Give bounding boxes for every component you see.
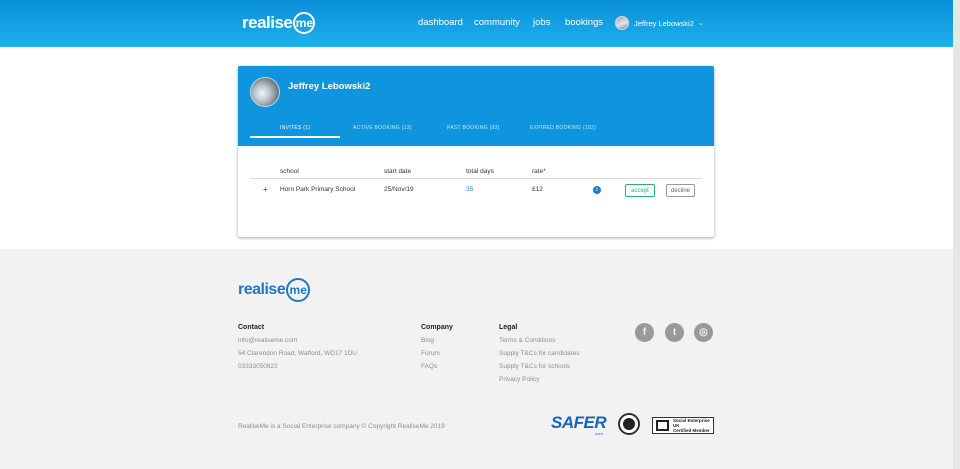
nav-jobs[interactable]: jobs xyxy=(533,17,550,28)
chevron-down-icon: ⌄ xyxy=(697,20,704,27)
logo-me-circle: me xyxy=(293,12,316,34)
contact-heading: Contact xyxy=(238,324,265,331)
cell-total-days[interactable]: 35 xyxy=(466,186,473,193)
active-tab-indicator xyxy=(250,136,340,138)
se-line2: Certified Member xyxy=(672,428,710,433)
footer-link-supply-schools[interactable]: Supply T&Cs for schools xyxy=(499,363,570,370)
column-header-school: school xyxy=(280,168,299,175)
tab-invites[interactable]: INVITES (1) xyxy=(280,125,310,131)
info-icon[interactable]: i xyxy=(593,186,601,194)
column-header-total-days: total days xyxy=(466,168,494,175)
footer-logo[interactable]: realise me xyxy=(238,278,311,302)
footer-link-terms[interactable]: Terms & Conditions xyxy=(499,337,555,344)
profile-avatar xyxy=(250,77,280,107)
footer-logo-me-circle: me xyxy=(286,278,311,302)
accept-button[interactable]: accept xyxy=(625,184,655,197)
page-scrollbar[interactable] xyxy=(953,0,960,469)
footer-link-supply-candidates[interactable]: Supply T&Cs for candidates xyxy=(499,350,579,357)
user-menu[interactable]: Jeffrey Lebowski2 ⌄ xyxy=(615,16,704,30)
decline-button[interactable]: decline xyxy=(666,184,695,197)
safer-jobs-badge: SAFER xyxy=(551,413,607,432)
social-enterprise-mark-icon xyxy=(656,420,669,431)
top-navbar: realise me dashboard community jobs book… xyxy=(0,0,953,47)
footer-link-blog[interactable]: Blog xyxy=(421,337,434,344)
social-enterprise-badge: Social Enterprise UK Certified Member xyxy=(652,417,714,434)
copyright-text: RealiseMe is a Social Enterprise company… xyxy=(238,423,445,430)
profile-name: Jeffrey Lebowski2 xyxy=(288,81,371,92)
tab-active-booking[interactable]: ACTIVE BOOKING (13) xyxy=(353,125,412,131)
twitter-icon[interactable]: t xyxy=(665,323,684,342)
expand-row-button[interactable]: + xyxy=(263,185,268,194)
profile-header: Jeffrey Lebowski2 INVITES (1) ACTIVE BOO… xyxy=(238,66,714,146)
nav-dashboard[interactable]: dashboard xyxy=(418,17,463,28)
company-heading: Company xyxy=(421,324,453,331)
cell-rate: £12 xyxy=(532,186,543,193)
footer-logo-text: realise xyxy=(238,281,286,298)
accreditation-seal-icon xyxy=(618,413,640,435)
column-header-rate: rate* xyxy=(532,168,546,175)
instagram-icon[interactable]: ◎ xyxy=(694,323,713,342)
tab-expired-booking[interactable]: EXPIRED BOOKING (192) xyxy=(530,125,596,131)
table-divider xyxy=(250,178,702,179)
contact-email[interactable]: info@realiseme.com xyxy=(238,337,297,344)
footer-link-privacy[interactable]: Privacy Policy xyxy=(499,376,539,383)
tab-past-booking[interactable]: PAST BOOKING (93) xyxy=(447,125,500,131)
logo-text: realise xyxy=(242,13,293,32)
cell-start-date: 25/Nov/19 xyxy=(384,186,414,193)
se-line1: Social Enterprise UK xyxy=(672,418,710,428)
social-enterprise-text: Social Enterprise UK Certified Member xyxy=(673,418,713,433)
footer-link-faqs[interactable]: FAQs xyxy=(421,363,437,370)
contact-address: 54 Clarendon Road, Watford, WD17 1DU xyxy=(238,350,357,357)
bookings-card: Jeffrey Lebowski2 INVITES (1) ACTIVE BOO… xyxy=(238,66,714,237)
cell-school: Horn Park Primary School xyxy=(280,186,356,193)
realiseme-logo[interactable]: realise me xyxy=(242,12,316,34)
safer-jobs-subtext: .com xyxy=(594,431,603,436)
seal-center-icon xyxy=(623,418,635,430)
user-avatar xyxy=(615,16,629,30)
contact-phone: 03333050822 xyxy=(238,363,278,370)
legal-heading: Legal xyxy=(499,324,518,331)
column-header-start-date: start date xyxy=(384,168,412,175)
facebook-icon[interactable]: f xyxy=(635,323,654,342)
footer-link-forum[interactable]: Forum xyxy=(421,350,440,357)
user-name: Jeffrey Lebowski2 xyxy=(634,18,694,28)
nav-community[interactable]: community xyxy=(474,17,520,28)
nav-bookings[interactable]: bookings xyxy=(565,17,603,28)
